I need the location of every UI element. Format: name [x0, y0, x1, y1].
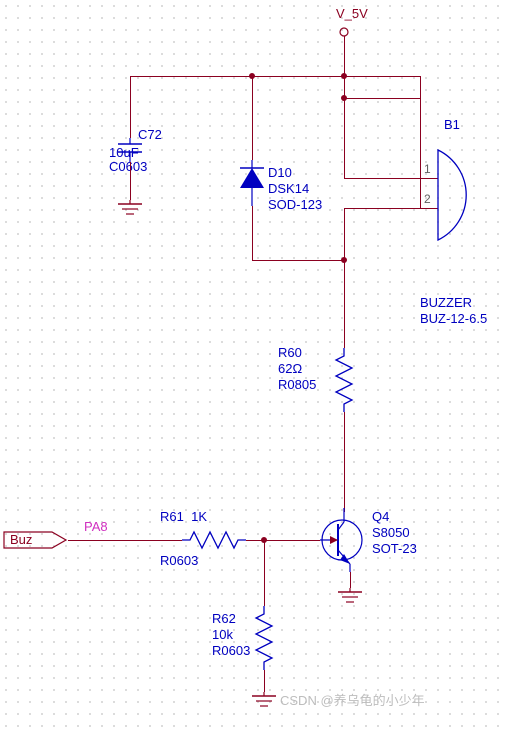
wire	[264, 540, 265, 606]
r60-ref: R60	[278, 346, 302, 360]
buzzer-b1	[438, 140, 508, 250]
wire	[420, 76, 421, 178]
b1-footprint: BUZ-12-6.5	[420, 312, 487, 326]
power-5v-label: V_5V	[336, 6, 368, 21]
q4-ref: Q4	[372, 510, 389, 524]
d10-footprint: SOD-123	[268, 198, 322, 212]
resistor-r61	[182, 528, 246, 552]
gnd-symbol	[334, 588, 366, 608]
gnd-symbol	[114, 200, 146, 220]
wire	[344, 412, 345, 512]
wire	[344, 260, 345, 348]
gnd-symbol	[248, 692, 280, 712]
c72-footprint: C0603	[109, 160, 147, 174]
b1-ref: B1	[444, 118, 460, 132]
r62-value: 10k	[212, 628, 233, 642]
q4-part: S8050	[372, 526, 410, 540]
wire	[130, 76, 420, 77]
r61-ref: R61 1K	[160, 510, 207, 524]
wire	[344, 208, 438, 209]
r61-footprint: R0603	[160, 554, 198, 568]
wire	[252, 76, 253, 160]
b1-pin2: 2	[424, 192, 431, 206]
wire	[344, 178, 438, 179]
wire	[344, 98, 345, 162]
wire	[68, 540, 182, 541]
resistor-r60	[332, 348, 356, 412]
b1-pin1: 1	[424, 162, 431, 176]
wire	[130, 162, 131, 200]
port-buz-label: Buz	[10, 532, 32, 547]
wire	[130, 76, 131, 138]
wire	[252, 206, 253, 260]
wire	[344, 208, 345, 260]
schematic-canvas: V_5V C72 10uF C0603 D10 DSK14 SOD-123	[0, 0, 508, 734]
wire	[344, 98, 420, 99]
r62-footprint: R0603	[212, 644, 250, 658]
d10-ref: D10	[268, 166, 292, 180]
wire	[264, 670, 265, 692]
b1-name: BUZZER	[420, 296, 472, 310]
r62-ref: R62	[212, 612, 236, 626]
c72-ref: C72	[138, 128, 162, 142]
r60-footprint: R0805	[278, 378, 316, 392]
resistor-r62	[252, 606, 276, 670]
watermark: CSDN @养乌龟的小少年	[280, 690, 425, 709]
wire	[344, 36, 345, 76]
net-pa8-label: PA8	[84, 520, 108, 534]
c72-value: 10uF	[109, 146, 139, 160]
diode-d10	[238, 160, 266, 206]
d10-part: DSK14	[268, 182, 309, 196]
wire	[350, 572, 351, 588]
q4-footprint: SOT-23	[372, 542, 417, 556]
wire	[252, 260, 344, 261]
wire	[344, 162, 345, 178]
transistor-q4	[320, 508, 380, 572]
wire	[246, 540, 320, 541]
wire	[420, 178, 421, 208]
r60-value: 62Ω	[278, 362, 302, 376]
